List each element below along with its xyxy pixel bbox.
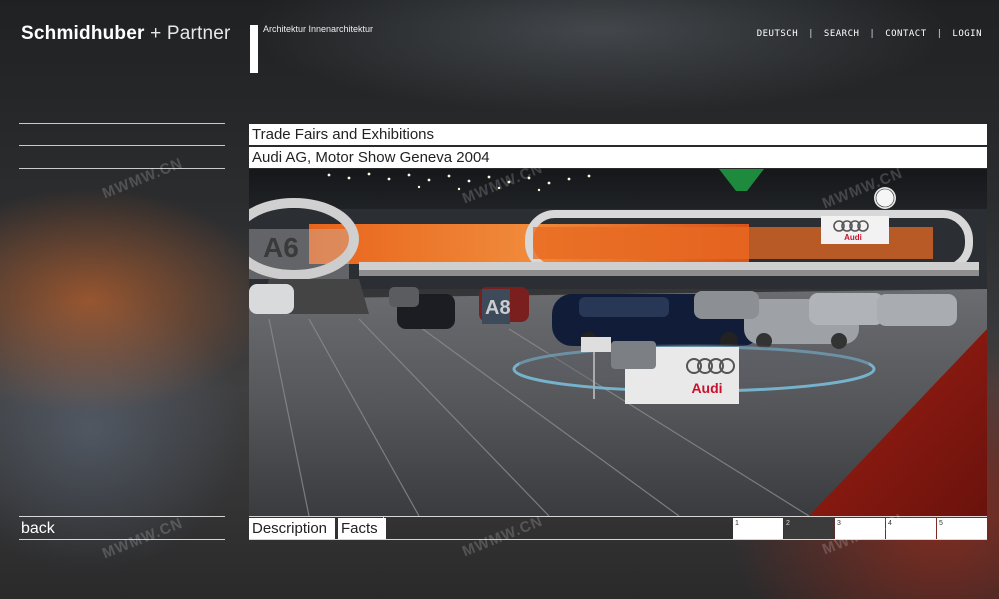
- photo-sign-audi-front: Audi: [691, 380, 722, 396]
- page-5-button[interactable]: 5: [937, 518, 987, 539]
- left-divider: [19, 123, 225, 124]
- page-1-button[interactable]: 1: [733, 518, 783, 539]
- brand-name-light: Partner: [166, 23, 231, 44]
- nav-separator: |: [869, 29, 876, 39]
- nav-link-contact[interactable]: CONTACT: [885, 29, 926, 39]
- tab-description[interactable]: Description: [249, 518, 335, 539]
- category-title: Trade Fairs and Exhibitions: [249, 124, 987, 145]
- left-divider: [19, 168, 225, 169]
- nav-link-deutsch[interactable]: DEUTSCH: [757, 29, 798, 39]
- nav-link-search[interactable]: SEARCH: [824, 29, 860, 39]
- top-navigation: DEUTSCH | SEARCH | CONTACT | LOGIN: [757, 29, 982, 39]
- nav-link-login[interactable]: LOGIN: [952, 29, 982, 39]
- photo-sign-a6: A6: [263, 232, 299, 263]
- photo-sign-audi-top: Audi: [844, 233, 862, 242]
- logo-bar-mark: [250, 25, 258, 73]
- brand-name-strong: Schmidhuber: [21, 23, 145, 44]
- left-divider: [19, 145, 225, 146]
- tab-facts[interactable]: Facts: [338, 518, 386, 539]
- nav-separator: |: [936, 29, 943, 39]
- brand-plus: +: [144, 23, 167, 44]
- nav-separator: |: [808, 29, 814, 39]
- watermark: MWMW.CN: [99, 154, 186, 203]
- page-2-button[interactable]: 2: [784, 518, 834, 539]
- tab-divider: [383, 517, 384, 539]
- project-photo: Audi A6 A8 Audi: [249, 169, 987, 516]
- brand-logo[interactable]: Schmidhuber + Partner: [21, 23, 231, 45]
- photo-sign-a8: A8: [485, 297, 511, 319]
- project-title: Audi AG, Motor Show Geneva 2004: [249, 147, 987, 168]
- brand-subtitle: Architektur Innenarchitektur: [263, 24, 374, 34]
